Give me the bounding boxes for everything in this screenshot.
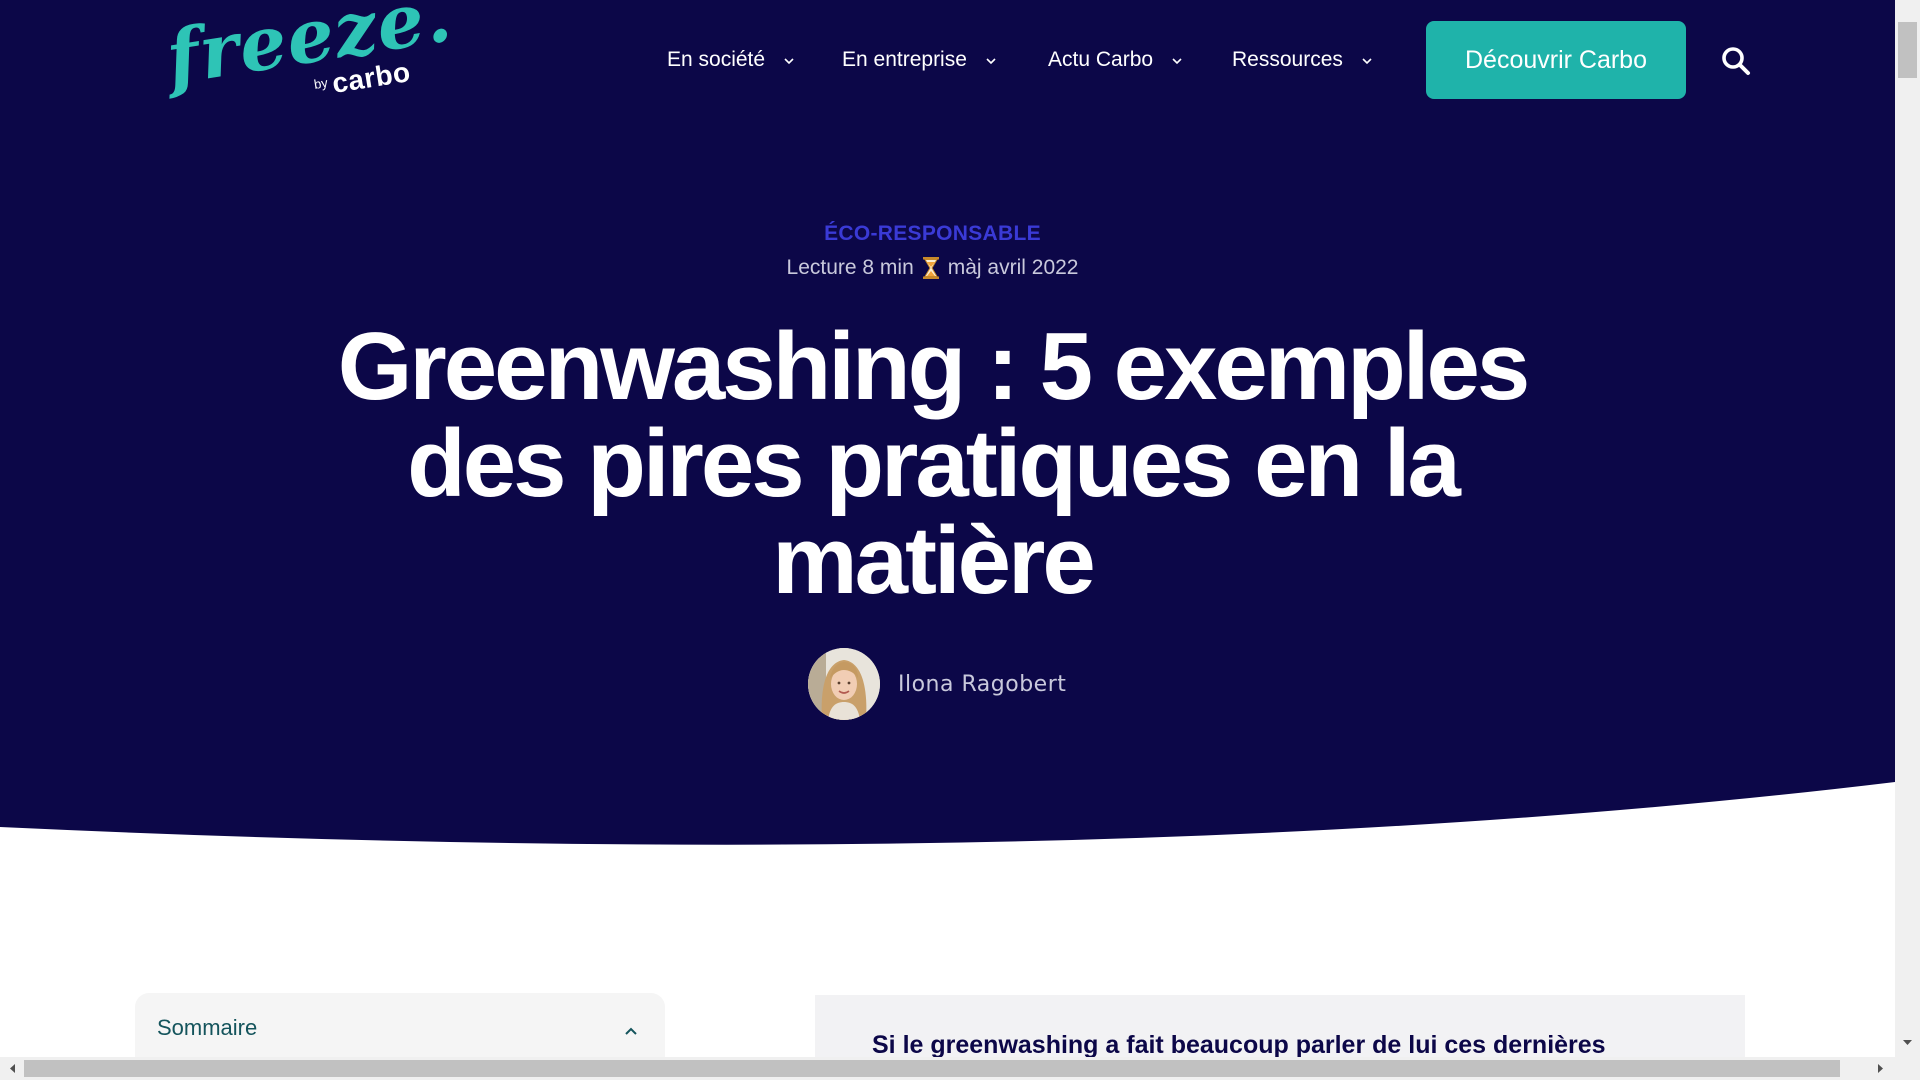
article-category[interactable]: ÉCO-RESPONSABLE <box>0 222 1865 246</box>
nav-item-label: Ressources <box>1232 48 1343 71</box>
article-title: Greenwashing : 5 exemples des pires prat… <box>337 313 1531 614</box>
nav-item-en-entreprise[interactable]: En entreprise <box>842 40 999 80</box>
table-of-contents[interactable]: Sommaire <box>135 993 665 1057</box>
scroll-down-arrow-icon[interactable] <box>1899 1032 1916 1052</box>
chevron-down-icon <box>1359 52 1375 68</box>
intro-text: Si le greenwashing a fait beaucoup parle… <box>872 1031 1606 1057</box>
chevron-up-icon[interactable] <box>623 1023 639 1039</box>
nav-item-label: En société <box>667 48 766 71</box>
logo-by-text: by <box>312 75 329 92</box>
author-name[interactable]: Ilona Ragobert <box>898 672 1066 697</box>
chevron-down-icon <box>781 52 797 68</box>
nav-item-label: En entreprise <box>842 48 967 71</box>
discover-carbo-button[interactable]: Découvrir Carbo <box>1426 21 1686 99</box>
nav-item-label: Actu Carbo <box>1048 48 1154 71</box>
intro-box: Si le greenwashing a fait beaucoup parle… <box>815 995 1745 1057</box>
logo-wordmark: freeze. <box>160 0 458 102</box>
page-viewport: freeze. by carbo En société En entrepris… <box>0 0 1895 1057</box>
nav-item-en-societe[interactable]: En société <box>667 40 797 80</box>
nav-item-actu-carbo[interactable]: Actu Carbo <box>1048 40 1185 80</box>
hourglass-icon <box>922 256 940 280</box>
vertical-scroll-thumb[interactable] <box>1898 22 1917 78</box>
chevron-down-icon <box>1169 52 1185 68</box>
freeze-logo[interactable]: freeze. by carbo <box>161 0 458 102</box>
horizontal-scroll-thumb[interactable] <box>24 1060 1840 1077</box>
avatar <box>808 648 880 720</box>
scroll-left-arrow-icon[interactable] <box>4 1060 21 1077</box>
author-block[interactable]: Ilona Ragobert <box>808 648 1066 720</box>
updated-date: màj avril 2022 <box>947 256 1079 279</box>
hero-section: freeze. by carbo En société En entrepris… <box>0 0 1895 860</box>
vertical-scrollbar[interactable] <box>1895 0 1920 1057</box>
chevron-down-icon <box>983 52 999 68</box>
article-meta: Lecture 8 min màj avril 2022 <box>0 256 1865 280</box>
horizontal-scrollbar[interactable] <box>0 1057 1920 1080</box>
toc-label: Sommaire <box>157 1015 258 1040</box>
nav-item-ressources[interactable]: Ressources <box>1232 40 1375 80</box>
navbar: freeze. by carbo En société En entrepris… <box>0 0 1895 122</box>
read-time: Lecture 8 min <box>786 256 914 279</box>
search-icon[interactable] <box>1721 46 1751 76</box>
scroll-right-arrow-icon[interactable] <box>1872 1060 1889 1077</box>
